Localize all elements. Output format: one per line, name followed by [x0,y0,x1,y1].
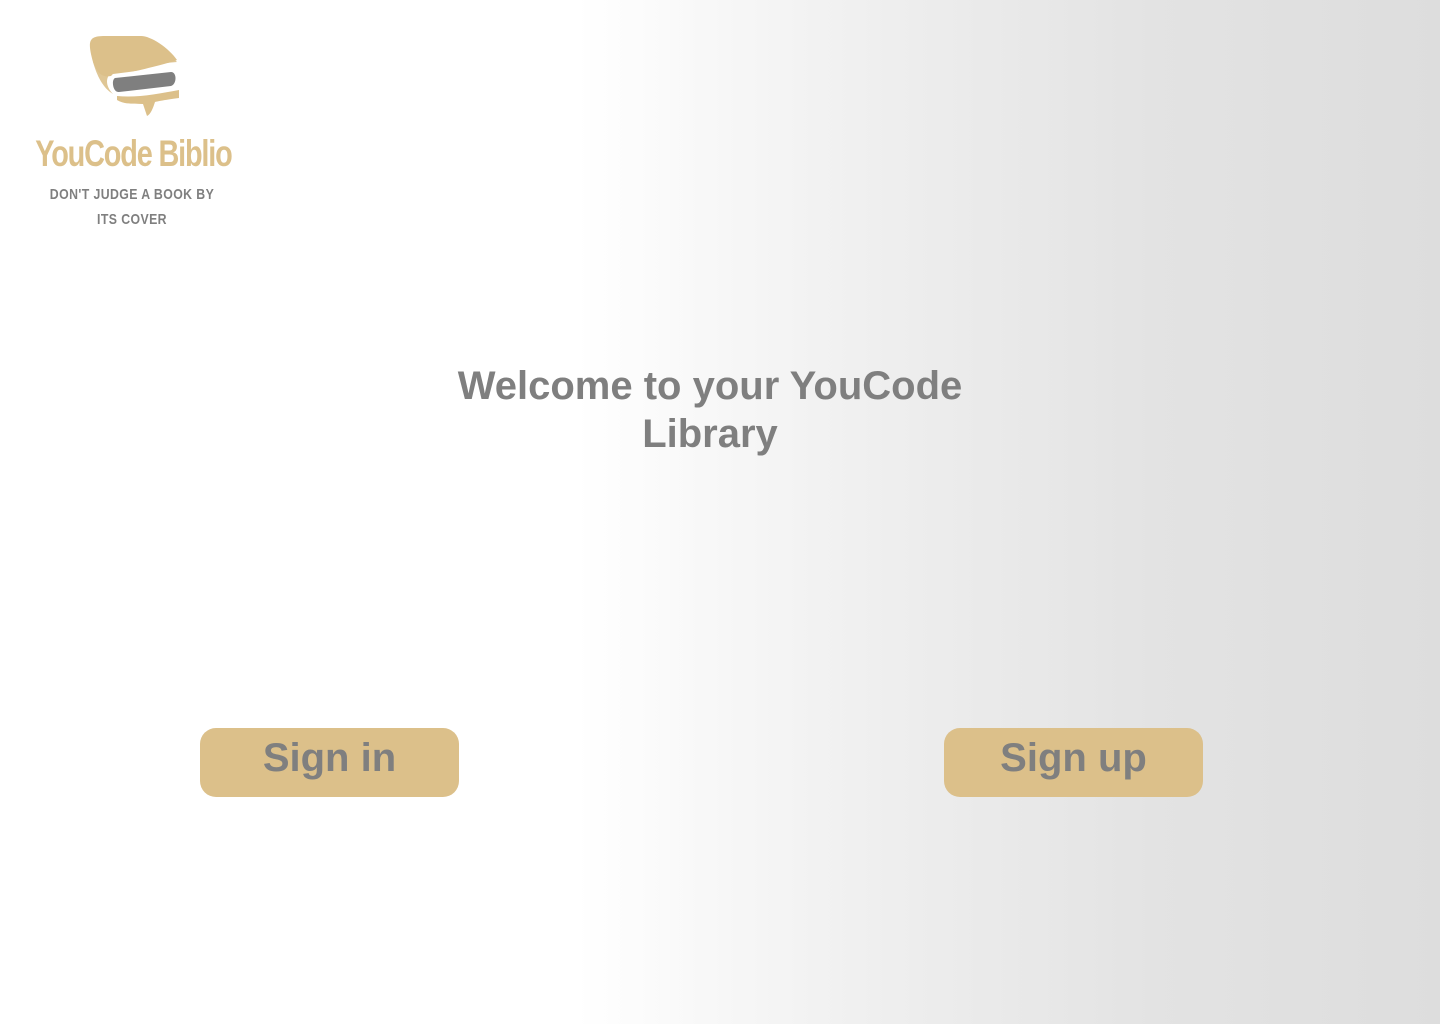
welcome-heading: Welcome to your YouCode Library [457,364,963,456]
brand-logo: YouCode Biblio DON'T JUDGE A BOOK BY ITS… [8,30,256,232]
book-logo-icon [89,36,180,116]
sign-in-button[interactable]: Sign in [200,728,459,797]
brand-tagline: DON'T JUDGE A BOOK BY ITS COVER [49,186,215,228]
brand-name: YouCode Biblio [35,133,232,174]
sign-up-button[interactable]: Sign up [944,728,1203,797]
